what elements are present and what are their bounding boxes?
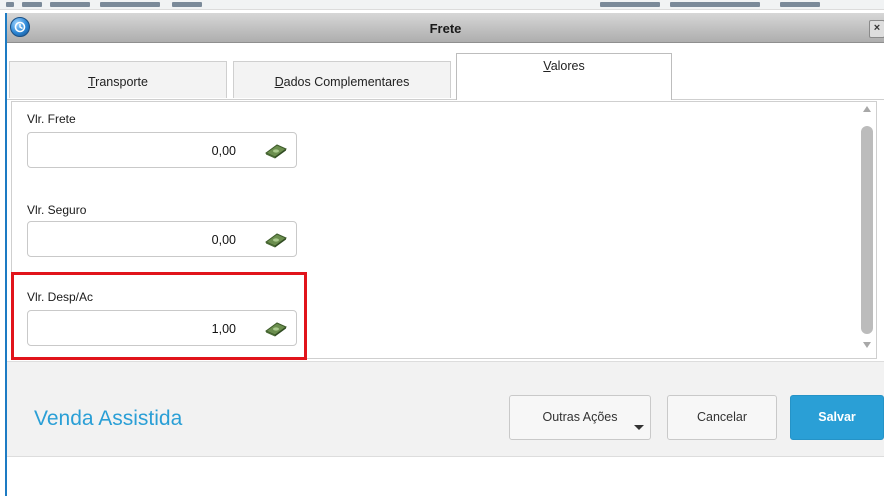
vlr-seguro-field[interactable]: 0,00 xyxy=(27,221,297,257)
module-brand-title: Venda Assistida xyxy=(34,407,183,430)
strip-mark xyxy=(22,2,42,7)
background-app-strip xyxy=(0,0,884,10)
strip-mark xyxy=(670,2,760,7)
outras-acoes-label: Outras Ações xyxy=(542,410,618,424)
screen: Frete × Transporte Dados Complementares … xyxy=(0,0,884,496)
chevron-down-icon xyxy=(634,425,644,430)
close-button[interactable]: × xyxy=(869,20,884,38)
cancel-label: Cancelar xyxy=(696,410,748,424)
strip-mark xyxy=(600,2,660,7)
save-button[interactable]: Salvar xyxy=(790,395,884,440)
money-icon[interactable] xyxy=(264,143,288,164)
scroll-down-arrow-icon[interactable] xyxy=(863,342,871,348)
tab-mnemonic: D xyxy=(274,75,284,89)
vlr-frete-value: 0,00 xyxy=(211,144,236,158)
tab-mnemonic: V xyxy=(543,59,551,73)
tab-label: alores xyxy=(550,59,585,73)
strip-mark xyxy=(6,2,14,7)
strip-mark xyxy=(100,2,160,7)
tab-dados-complementares[interactable]: Dados Complementares xyxy=(233,61,451,98)
tab-transporte[interactable]: Transporte xyxy=(9,61,227,98)
tab-label: ados Complementares xyxy=(283,75,410,89)
vlr-frete-label: Vlr. Frete xyxy=(27,112,76,126)
title-bar[interactable]: Frete × xyxy=(7,13,884,43)
tab-strip-line xyxy=(7,99,884,100)
scrollbar-thumb[interactable] xyxy=(861,126,873,334)
tab-valores[interactable]: Valores xyxy=(456,53,672,100)
vertical-scrollbar[interactable] xyxy=(859,102,875,357)
frete-dialog: Frete × Transporte Dados Complementares … xyxy=(5,13,884,496)
strip-mark xyxy=(780,2,820,7)
strip-mark xyxy=(172,2,202,7)
vlr-seguro-value: 0,00 xyxy=(211,233,236,247)
vlr-frete-field[interactable]: 0,00 xyxy=(27,132,297,168)
vlr-seguro-label: Vlr. Seguro xyxy=(27,203,87,217)
outras-acoes-button[interactable]: Outras Ações xyxy=(509,395,651,440)
scroll-up-arrow-icon[interactable] xyxy=(863,106,871,112)
highlight-box xyxy=(11,272,307,360)
strip-mark xyxy=(50,2,90,7)
cancel-button[interactable]: Cancelar xyxy=(667,395,777,440)
dialog-title: Frete xyxy=(429,21,462,36)
save-label: Salvar xyxy=(818,410,856,424)
money-icon[interactable] xyxy=(264,232,288,253)
tab-label: ransporte xyxy=(95,75,148,89)
dialog-footer: Venda Assistida Outras Ações Cancelar Sa… xyxy=(7,361,884,457)
